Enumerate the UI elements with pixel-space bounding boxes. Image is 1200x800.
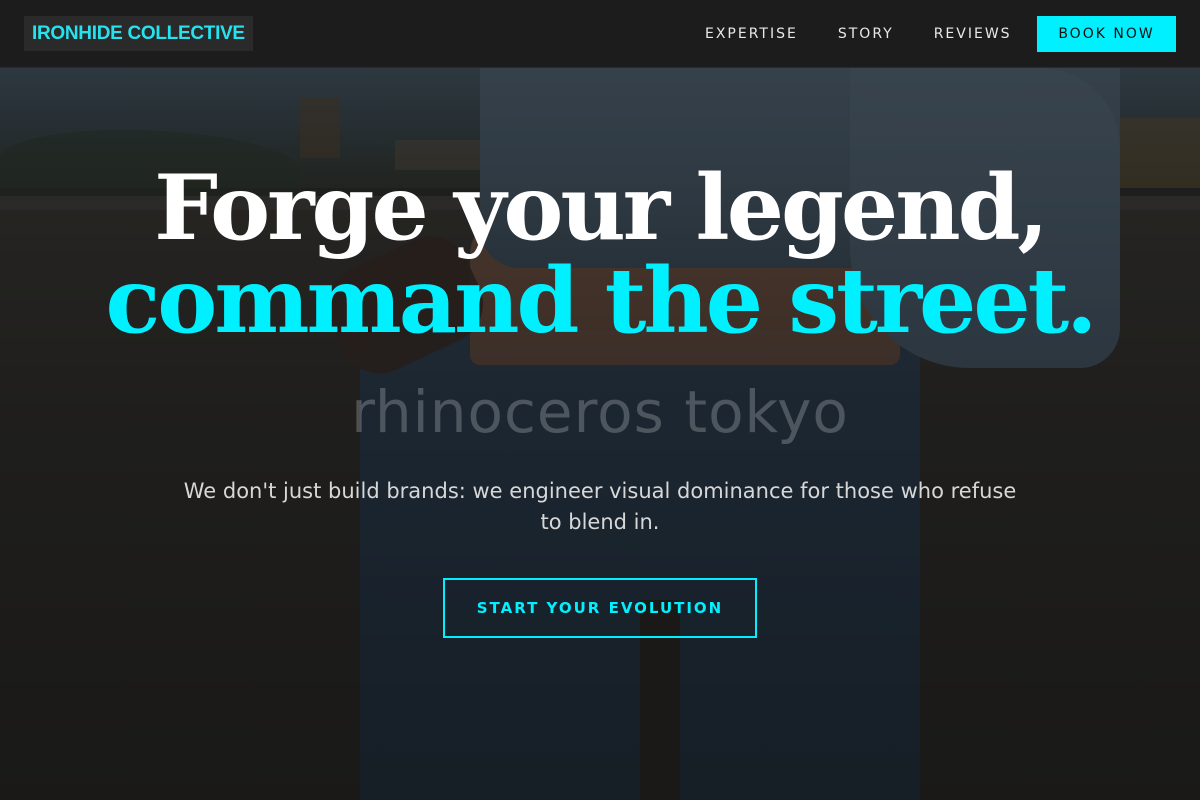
hero-headline: Forge your legend, command the street. — [0, 162, 1200, 348]
nav-link-expertise[interactable]: EXPERTISE — [705, 24, 798, 44]
headline-line-white: Forge your legend, — [154, 155, 1049, 261]
top-navbar: IRONHIDE COLLECTIVE EXPERTISE STORY REVI… — [0, 0, 1200, 68]
main-nav: EXPERTISE STORY REVIEWS — [705, 24, 1052, 44]
start-evolution-button[interactable]: START YOUR EVOLUTION — [443, 578, 757, 638]
hero-subtitle: We don't just build brands: we engineer … — [183, 479, 1017, 534]
nav-link-story[interactable]: STORY — [838, 24, 894, 44]
book-now-button[interactable]: BOOK NOW — [1037, 16, 1176, 52]
headline-line-accent: command the street. — [105, 248, 1098, 354]
nav-link-reviews[interactable]: REVIEWS — [934, 24, 1012, 44]
brand-logo[interactable]: IRONHIDE COLLECTIVE — [24, 16, 253, 51]
photo-watermark: rhinoceros tokyo — [351, 378, 849, 446]
